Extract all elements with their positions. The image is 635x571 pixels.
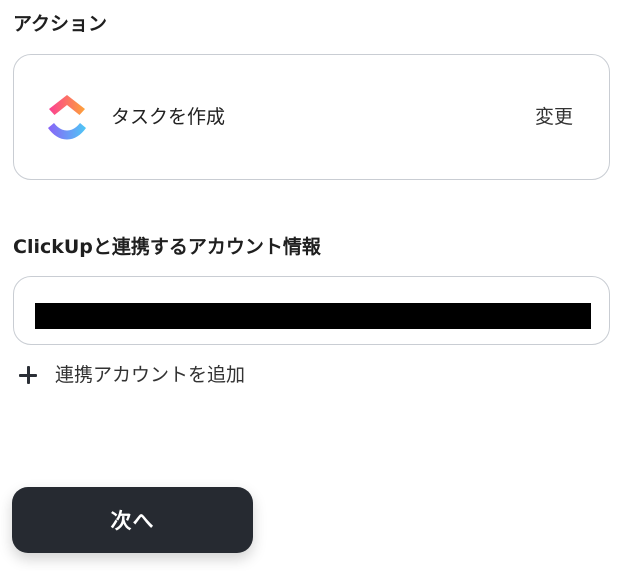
action-name: タスクを作成 [111,106,226,128]
action-card: タスクを作成 変更 [13,54,610,180]
selected-account-redacted [35,303,591,329]
account-select[interactable] [13,276,610,345]
add-account-label: 連携アカウントを追加 [55,364,246,386]
account-section-title: ClickUpと連携するアカウント情報 [13,236,321,258]
plus-icon [18,365,38,385]
add-account-button[interactable]: 連携アカウントを追加 [18,362,245,388]
change-action-button[interactable]: 変更 [535,105,573,129]
action-section-title: アクション [13,13,108,35]
clickup-logo-icon [48,95,86,140]
next-button[interactable]: 次へ [12,487,253,553]
